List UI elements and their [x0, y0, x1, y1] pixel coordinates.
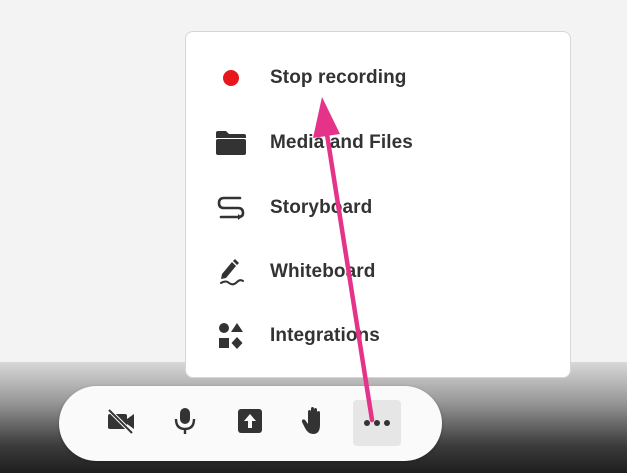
menu-item-media-and-files[interactable]: Media and Files	[186, 119, 570, 167]
pen-icon	[214, 255, 248, 289]
microphone-button[interactable]	[165, 403, 205, 443]
raise-hand-icon	[301, 406, 327, 441]
more-options-button[interactable]	[353, 400, 401, 446]
storyboard-icon	[214, 191, 248, 225]
camera-toggle-button[interactable]	[101, 403, 141, 443]
menu-item-label: Media and Files	[270, 132, 413, 153]
menu-item-stop-recording[interactable]: Stop recording	[186, 54, 570, 102]
more-options-menu: Stop recording Media and Files Storyboar…	[185, 31, 571, 378]
camera-off-icon	[105, 407, 137, 440]
integrations-icon	[214, 319, 248, 353]
menu-item-label: Integrations	[270, 325, 380, 346]
meeting-toolbar	[59, 386, 442, 461]
record-dot-icon	[214, 61, 248, 95]
more-icon	[363, 414, 391, 432]
raise-hand-button[interactable]	[294, 403, 334, 443]
menu-item-label: Stop recording	[270, 67, 407, 88]
folder-icon	[214, 126, 248, 160]
menu-item-whiteboard[interactable]: Whiteboard	[186, 248, 570, 296]
share-screen-icon	[237, 408, 263, 439]
menu-item-label: Whiteboard	[270, 261, 376, 282]
menu-item-integrations[interactable]: Integrations	[186, 312, 570, 360]
menu-item-label: Storyboard	[270, 197, 373, 218]
share-screen-button[interactable]	[230, 403, 270, 443]
menu-item-storyboard[interactable]: Storyboard	[186, 184, 570, 232]
microphone-icon	[174, 406, 196, 441]
